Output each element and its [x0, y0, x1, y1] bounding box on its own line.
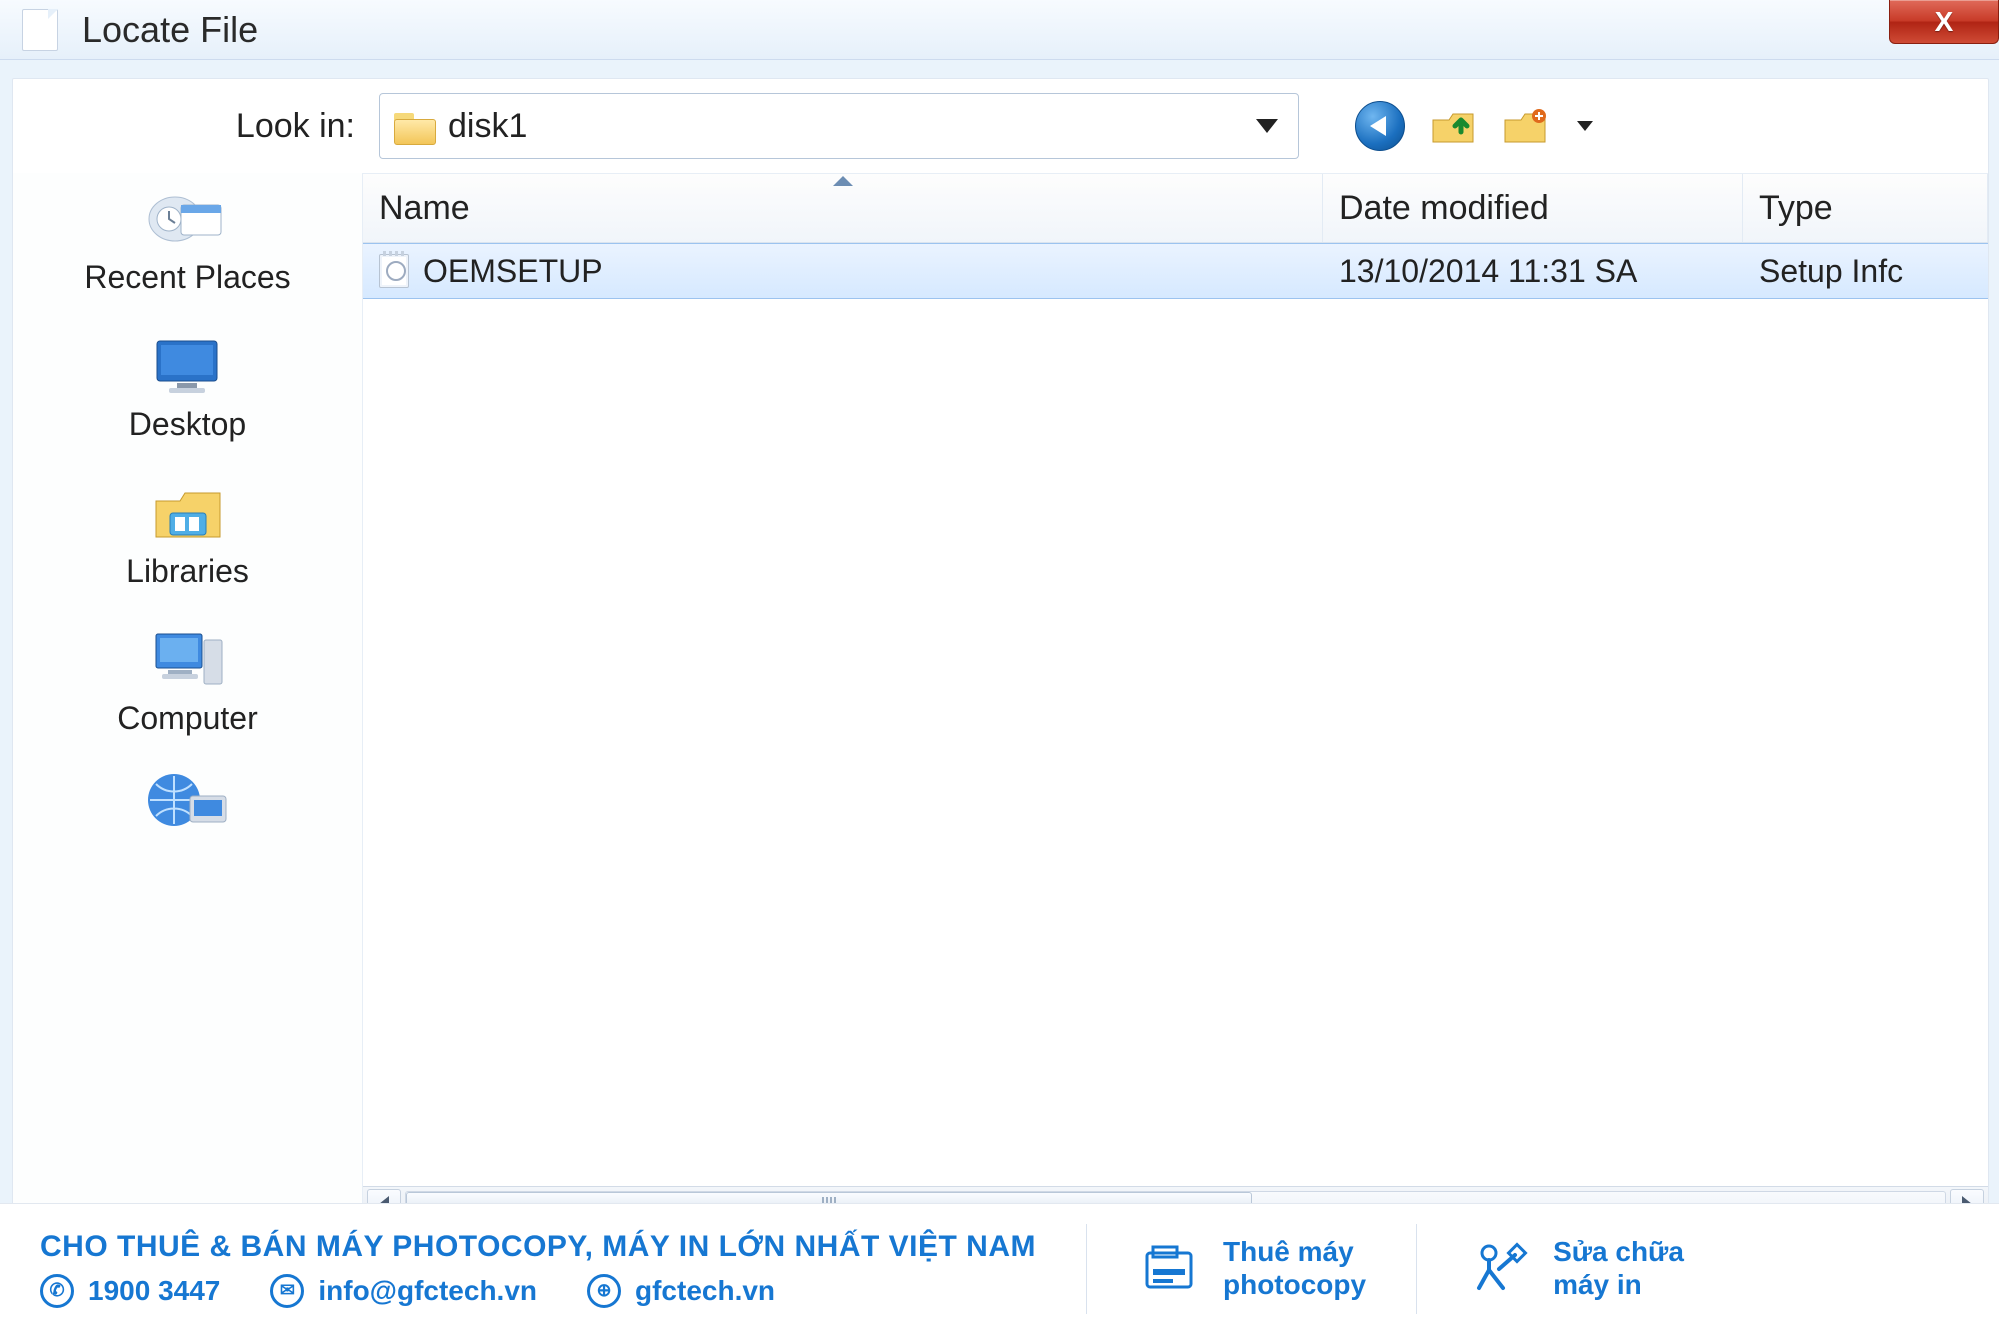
close-icon: X	[1935, 6, 1954, 38]
lookin-row: Look in: disk1	[13, 79, 1988, 173]
column-label: Type	[1759, 189, 1833, 228]
phone-icon: ✆	[40, 1274, 74, 1308]
sidebar-item-label: Recent Places	[84, 259, 290, 296]
recent-places-icon	[142, 183, 232, 253]
banner-headline: CHO THUÊ & BÁN MÁY PHOTOCOPY, MÁY IN LỚN…	[40, 1230, 1036, 1264]
banner-contacts: ✆ 1900 3447 ✉ info@gfctech.vn ⊕ gfctech.…	[40, 1274, 1036, 1308]
file-type: Setup Infc	[1759, 253, 1903, 290]
mail-icon: ✉	[270, 1274, 304, 1308]
sort-ascending-icon	[833, 176, 853, 186]
titlebar: Locate File X	[0, 0, 1999, 60]
column-label: Date modified	[1339, 189, 1549, 228]
chevron-down-icon	[1577, 121, 1593, 131]
column-header-type[interactable]: Type	[1743, 174, 1988, 242]
service-rent-copier[interactable]: Thuê máy photocopy	[1137, 1236, 1366, 1300]
toolbar	[1355, 101, 1593, 151]
banner-phone[interactable]: ✆ 1900 3447	[40, 1274, 220, 1308]
divider	[1416, 1224, 1417, 1314]
footer-banner: CHO THUÊ & BÁN MÁY PHOTOCOPY, MÁY IN LỚN…	[0, 1203, 1999, 1333]
column-header-date[interactable]: Date modified	[1323, 174, 1743, 242]
service-line1: Thuê máy	[1223, 1236, 1366, 1268]
file-list: Name Date modified Type OEMSETUP 13/10/2…	[363, 173, 1988, 1220]
column-label: Name	[379, 189, 470, 228]
column-headers: Name Date modified Type	[363, 173, 1988, 243]
sidebar-item-desktop[interactable]: Desktop	[129, 330, 246, 443]
views-menu-button[interactable]	[1573, 121, 1593, 131]
service-repair-printer[interactable]: Sửa chữa máy in	[1467, 1236, 1684, 1300]
new-folder-icon	[1501, 102, 1549, 150]
repair-icon	[1467, 1237, 1531, 1301]
sidebar-item-label: Computer	[117, 700, 258, 737]
file-date: 13/10/2014 11:31 SA	[1339, 253, 1637, 290]
divider	[1086, 1224, 1087, 1314]
sidebar-item-network[interactable]	[143, 765, 233, 835]
sidebar-item-libraries[interactable]: Libraries	[126, 477, 249, 590]
email-text: info@gfctech.vn	[318, 1275, 537, 1307]
file-name: OEMSETUP	[423, 253, 603, 290]
sidebar-item-label: Desktop	[129, 406, 246, 443]
file-row[interactable]: OEMSETUP 13/10/2014 11:31 SA Setup Infc	[363, 243, 1988, 299]
places-bar: Recent Places Desktop	[13, 173, 363, 1220]
service-line1: Sửa chữa	[1553, 1236, 1684, 1268]
computer-icon	[143, 624, 233, 694]
folder-up-icon	[1429, 102, 1477, 150]
inf-file-icon	[379, 254, 409, 288]
folder-icon	[394, 109, 434, 143]
sidebar-item-computer[interactable]: Computer	[117, 624, 258, 737]
sidebar-item-label: Libraries	[126, 553, 249, 590]
window-title: Locate File	[82, 9, 258, 51]
file-icon	[22, 9, 58, 51]
service-line2: photocopy	[1223, 1269, 1366, 1301]
lookin-label: Look in:	[13, 107, 363, 146]
main-area: Recent Places Desktop	[13, 173, 1988, 1220]
file-rows: OEMSETUP 13/10/2014 11:31 SA Setup Infc	[363, 243, 1988, 1186]
back-button[interactable]	[1355, 101, 1405, 151]
new-folder-button[interactable]	[1501, 102, 1549, 150]
service-line2: máy in	[1553, 1269, 1684, 1301]
column-header-name[interactable]: Name	[363, 174, 1323, 242]
desktop-icon	[142, 330, 232, 400]
network-icon	[143, 765, 233, 835]
libraries-icon	[143, 477, 233, 547]
sidebar-item-recent-places[interactable]: Recent Places	[84, 183, 290, 296]
lookin-combobox[interactable]: disk1	[379, 93, 1299, 159]
chevron-down-icon	[1256, 119, 1278, 133]
banner-left: CHO THUÊ & BÁN MÁY PHOTOCOPY, MÁY IN LỚN…	[40, 1230, 1036, 1308]
web-text: gfctech.vn	[635, 1275, 775, 1307]
banner-web[interactable]: ⊕ gfctech.vn	[587, 1274, 775, 1308]
up-one-level-button[interactable]	[1429, 102, 1477, 150]
globe-icon: ⊕	[587, 1274, 621, 1308]
banner-email[interactable]: ✉ info@gfctech.vn	[270, 1274, 537, 1308]
lookin-value: disk1	[448, 107, 1242, 146]
close-button[interactable]: X	[1889, 0, 1999, 44]
dialog-body: Look in: disk1	[12, 78, 1989, 1221]
copier-icon	[1137, 1237, 1201, 1301]
phone-text: 1900 3447	[88, 1275, 220, 1307]
